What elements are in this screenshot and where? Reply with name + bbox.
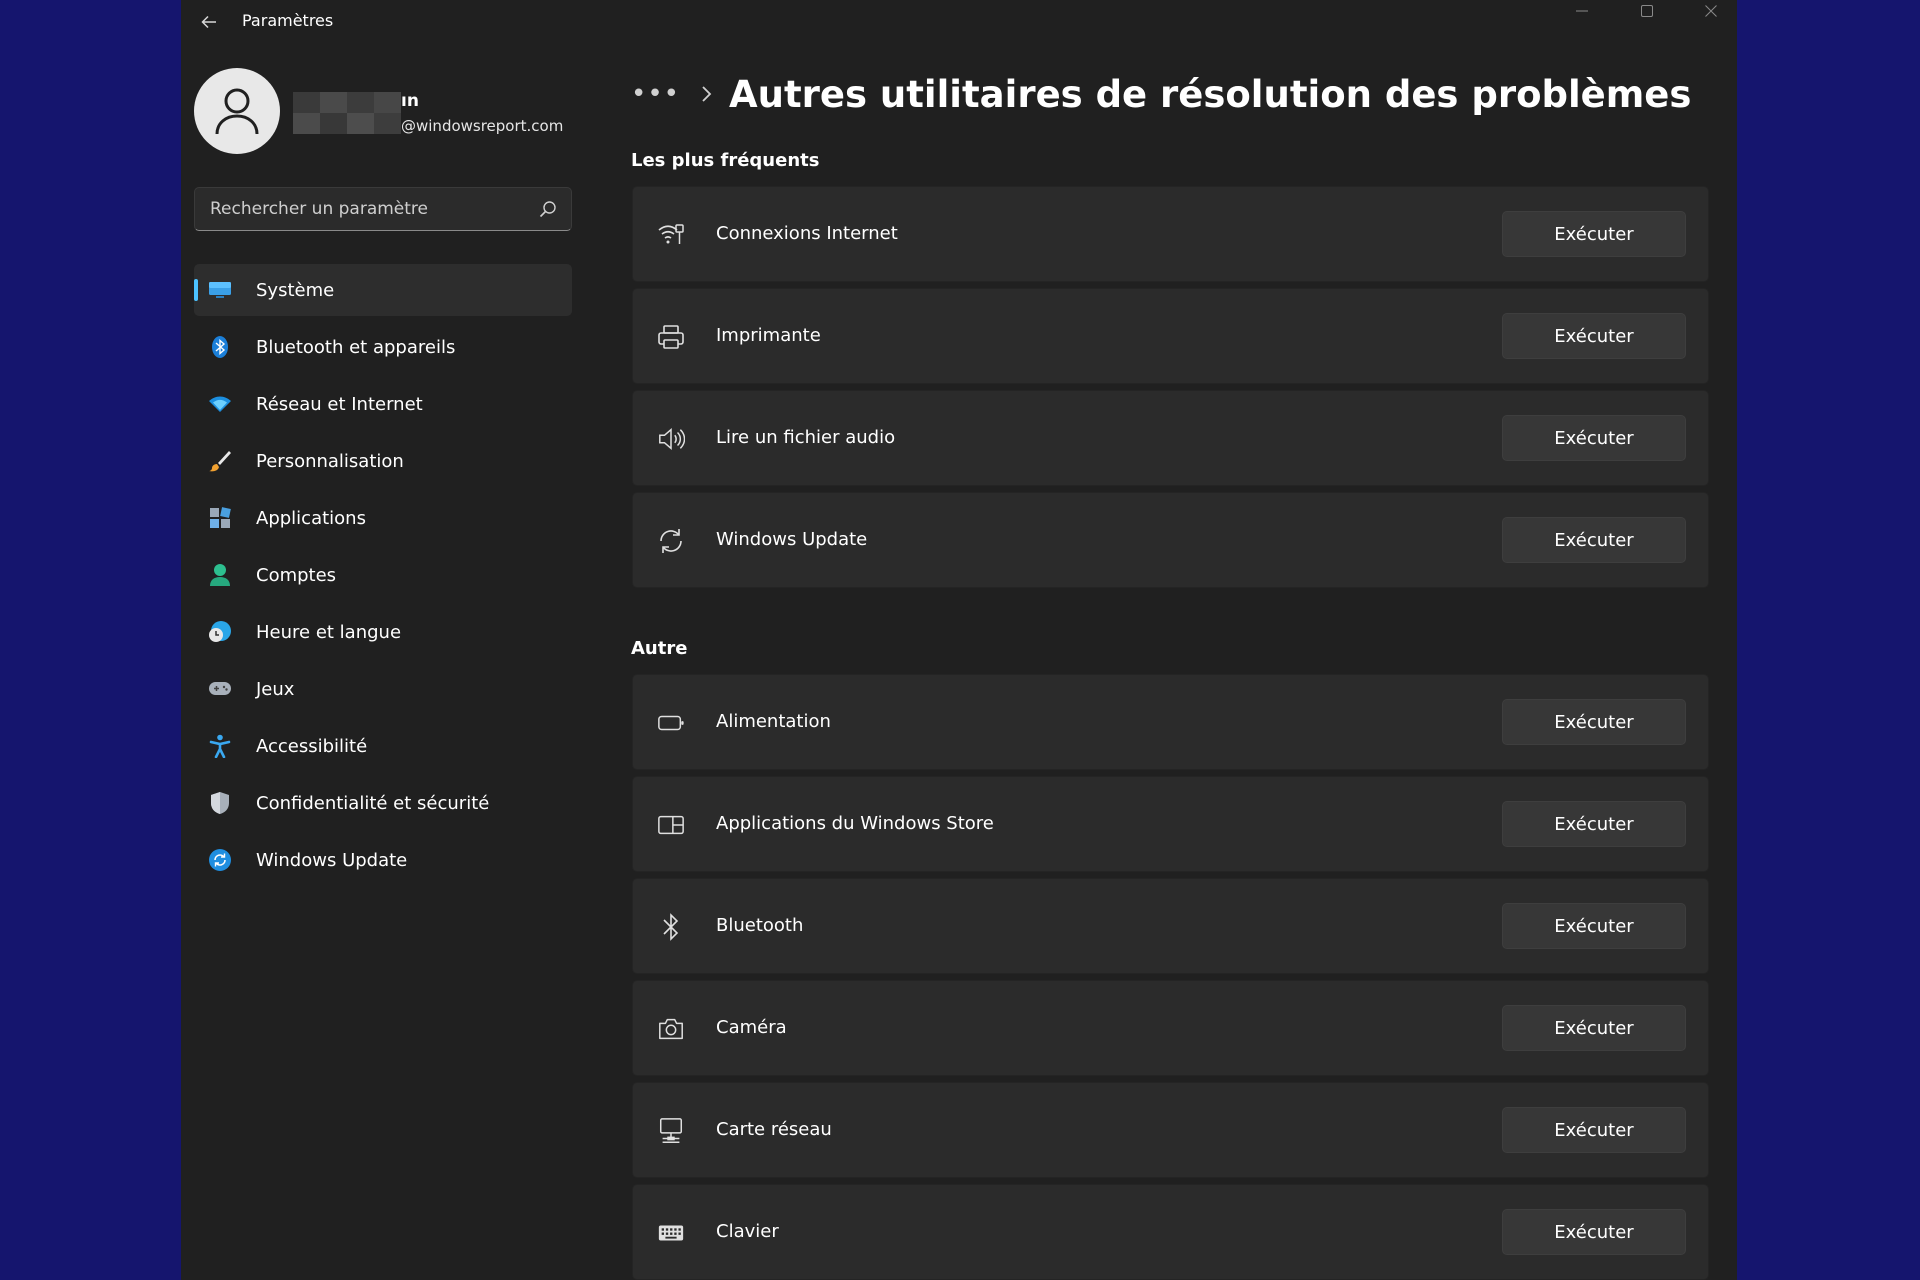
search-box	[194, 187, 572, 231]
sidebar-item-label: Heure et langue	[256, 621, 402, 643]
breadcrumb-more-button[interactable]: •••	[631, 79, 691, 109]
troubleshooter-label: Applications du Windows Store	[716, 813, 994, 834]
apps-icon	[208, 506, 232, 530]
troubleshooter-carte-reseau: Carte réseau Exécuter	[632, 1082, 1709, 1178]
back-arrow-icon	[200, 13, 218, 31]
run-internet-button[interactable]: Exécuter	[1502, 211, 1686, 257]
sidebar-item-personnalisation[interactable]: Personnalisation	[194, 435, 572, 487]
speaker-icon	[657, 425, 685, 453]
troubleshooter-label: Alimentation	[716, 711, 831, 732]
troubleshooter-label: Imprimante	[716, 325, 821, 346]
keyboard-icon	[657, 1219, 685, 1247]
sidebar-item-reseau[interactable]: Réseau et Internet	[194, 378, 572, 430]
page-title: Autres utilitaires de résolution des pro…	[729, 72, 1692, 116]
troubleshooter-store-apps: Applications du Windows Store Exécuter	[632, 776, 1709, 872]
update-icon	[208, 848, 232, 872]
settings-window: Paramètres ın @windowsreport.com Systèm	[181, 0, 1737, 1280]
user-icon	[214, 86, 260, 136]
wifi-ethernet-icon	[657, 221, 685, 249]
sidebar-item-applications[interactable]: Applications	[194, 492, 572, 544]
troubleshooter-windows-update: Windows Update Exécuter	[632, 492, 1709, 588]
user-name: ın	[401, 91, 419, 111]
network-adapter-icon	[657, 1117, 685, 1145]
sidebar-item-label: Applications	[256, 507, 366, 529]
bluetooth-icon	[208, 335, 232, 359]
sidebar-item-windows-update[interactable]: Windows Update	[194, 834, 572, 886]
close-button[interactable]	[1681, 0, 1737, 22]
globe-clock-icon	[208, 620, 232, 644]
sidebar-item-confidentialite[interactable]: Confidentialité et sécurité	[194, 777, 572, 829]
sidebar-item-heure-langue[interactable]: Heure et langue	[194, 606, 572, 658]
run-alimentation-button[interactable]: Exécuter	[1502, 699, 1686, 745]
sidebar-item-bluetooth[interactable]: Bluetooth et appareils	[194, 321, 572, 373]
printer-icon	[657, 323, 685, 351]
run-store-apps-button[interactable]: Exécuter	[1502, 801, 1686, 847]
avatar[interactable]	[194, 68, 280, 154]
troubleshooter-clavier: Clavier Exécuter	[632, 1184, 1709, 1280]
troubleshooter-label: Clavier	[716, 1221, 779, 1242]
section-title-autre: Autre	[631, 638, 688, 659]
run-bluetooth-button[interactable]: Exécuter	[1502, 903, 1686, 949]
troubleshooter-audio: Lire un fichier audio Exécuter	[632, 390, 1709, 486]
chevron-right-icon	[691, 85, 721, 103]
sidebar-item-comptes[interactable]: Comptes	[194, 549, 572, 601]
bluetooth-icon	[657, 913, 685, 941]
minimize-icon	[1575, 4, 1589, 18]
refresh-icon	[657, 527, 685, 555]
brush-icon	[208, 449, 232, 473]
search-input[interactable]	[195, 188, 515, 230]
run-windows-update-button[interactable]: Exécuter	[1502, 517, 1686, 563]
run-carte-reseau-button[interactable]: Exécuter	[1502, 1107, 1686, 1153]
maximize-icon	[1640, 4, 1654, 18]
troubleshooter-internet: Connexions Internet Exécuter	[632, 186, 1709, 282]
monitor-icon	[208, 278, 232, 302]
run-imprimante-button[interactable]: Exécuter	[1502, 313, 1686, 359]
sidebar-item-label: Accessibilité	[256, 735, 368, 757]
troubleshooter-label: Windows Update	[716, 529, 868, 550]
run-camera-button[interactable]: Exécuter	[1502, 1005, 1686, 1051]
run-clavier-button[interactable]: Exécuter	[1502, 1209, 1686, 1255]
battery-icon	[657, 709, 685, 737]
sidebar-item-label: Bluetooth et appareils	[256, 336, 456, 358]
camera-icon	[657, 1015, 685, 1043]
troubleshooter-camera: Caméra Exécuter	[632, 980, 1709, 1076]
sidebar-item-label: Réseau et Internet	[256, 393, 423, 415]
sidebar-item-jeux[interactable]: Jeux	[194, 663, 572, 715]
troubleshooter-label: Connexions Internet	[716, 223, 898, 244]
redacted-user-name	[293, 92, 401, 134]
search-icon[interactable]	[539, 200, 557, 218]
sidebar-item-label: Confidentialité et sécurité	[256, 792, 490, 814]
sidebar-item-label: Système	[256, 279, 335, 301]
sidebar-item-label: Jeux	[256, 678, 295, 700]
close-icon	[1704, 4, 1718, 18]
sidebar-item-accessibilite[interactable]: Accessibilité	[194, 720, 572, 772]
sidebar-item-systeme[interactable]: Système	[194, 264, 572, 316]
run-audio-button[interactable]: Exécuter	[1502, 415, 1686, 461]
section-title-frequent: Les plus fréquents	[631, 150, 820, 171]
app-title: Paramètres	[242, 11, 334, 30]
sidebar-nav: Système Bluetooth et appareils Réseau et…	[194, 264, 572, 891]
accessibility-icon	[208, 734, 232, 758]
troubleshooter-imprimante: Imprimante Exécuter	[632, 288, 1709, 384]
sidebar-item-label: Windows Update	[256, 849, 408, 871]
wifi-icon	[208, 392, 232, 416]
sidebar-item-label: Personnalisation	[256, 450, 404, 472]
troubleshooter-label: Bluetooth	[716, 915, 804, 936]
troubleshooter-bluetooth: Bluetooth Exécuter	[632, 878, 1709, 974]
user-email: @windowsreport.com	[401, 117, 564, 135]
sidebar-item-label: Comptes	[256, 564, 337, 586]
gamepad-icon	[208, 677, 232, 701]
minimize-button[interactable]	[1552, 0, 1612, 22]
breadcrumb: ••• Autres utilitaires de résolution des…	[631, 66, 1691, 122]
troubleshooter-alimentation: Alimentation Exécuter	[632, 674, 1709, 770]
troubleshooter-label: Caméra	[716, 1017, 787, 1038]
troubleshooter-label: Lire un fichier audio	[716, 427, 896, 448]
back-button[interactable]	[193, 6, 225, 38]
title-bar: Paramètres	[181, 0, 1737, 44]
shield-icon	[208, 791, 232, 815]
maximize-button[interactable]	[1617, 0, 1677, 22]
store-icon	[657, 811, 685, 839]
troubleshooter-label: Carte réseau	[716, 1119, 832, 1140]
account-icon	[208, 563, 232, 587]
